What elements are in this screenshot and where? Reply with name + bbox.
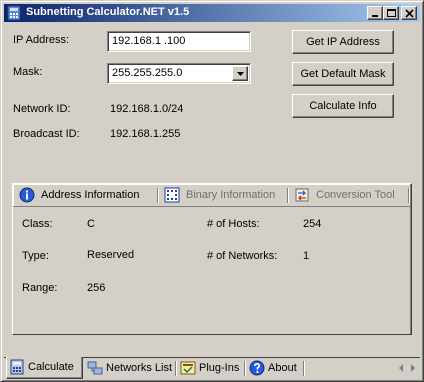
minimize-button[interactable] (367, 6, 383, 20)
title-bar[interactable]: Subnetting Calculator.NET v1.5 (4, 4, 420, 22)
tab-binary-information-label: Binary Information (186, 189, 276, 201)
tab-separator (303, 361, 304, 376)
range-value: 256 (87, 282, 106, 294)
hosts-value: 254 (303, 218, 322, 230)
tab-address-information-label: Address Information (41, 189, 140, 201)
binary-grid-icon (164, 187, 180, 203)
tab-calculate-label: Calculate (28, 361, 74, 373)
window-title: Subnetting Calculator.NET v1.5 (26, 6, 190, 18)
hosts-label: # of Hosts: (207, 218, 260, 230)
tab-plug-ins-label: Plug-Ins (199, 362, 240, 374)
type-label: Type: (22, 250, 49, 262)
tab-separator (175, 361, 176, 376)
ip-address-label: IP Address: (13, 34, 70, 46)
tab-networks-list[interactable]: Networks List (85, 358, 175, 379)
network-icon (87, 361, 103, 375)
tab-separator (287, 188, 288, 203)
tab-binary-information[interactable]: Binary Information (160, 185, 287, 206)
get-ip-address-button[interactable]: Get IP Address (292, 30, 394, 54)
networks-value: 1 (303, 250, 310, 262)
close-icon (405, 9, 414, 18)
scroll-right-icon[interactable] (408, 362, 418, 374)
tab-networks-list-label: Networks List (106, 362, 173, 374)
maximize-icon (387, 9, 396, 17)
conversion-icon (295, 188, 309, 202)
close-button[interactable] (401, 6, 417, 20)
tab-plug-ins[interactable]: Plug-Ins (178, 358, 244, 379)
mask-label: Mask: (13, 66, 43, 78)
networks-label: # of Networks: (207, 250, 278, 262)
mask-dropdown-button[interactable] (232, 66, 248, 81)
mask-select[interactable]: 255.255.255.0 (107, 63, 251, 84)
calculator-icon (10, 359, 24, 375)
info-icon (19, 187, 35, 203)
tab-separator (408, 188, 409, 203)
scroll-left-icon[interactable] (396, 362, 406, 374)
calculate-info-button[interactable]: Calculate Info (292, 94, 394, 118)
tab-calculate[interactable]: Calculate (6, 357, 83, 379)
app-window: Subnetting Calculator.NET v1.5 IP Addres… (0, 0, 424, 382)
get-default-mask-button[interactable]: Get Default Mask (292, 62, 394, 86)
plugin-icon (180, 361, 196, 375)
maximize-button[interactable] (383, 6, 399, 20)
bottom-tab-strip: Calculate Networks List Plug-Ins About (4, 357, 420, 379)
network-id-value: 192.168.1.0/24 (110, 103, 184, 115)
tab-separator (244, 361, 245, 376)
address-information-panel: Class: C Type: Reserved Range: 256 # of … (13, 206, 410, 334)
info-tab-strip: Address Information Binary Information C… (15, 185, 409, 206)
tab-conversion-tool-label: Conversion Tool (316, 189, 395, 201)
range-label: Range: (22, 282, 58, 294)
class-label: Class: (22, 218, 53, 230)
tab-about-label: About (268, 362, 297, 374)
tab-address-information[interactable]: Address Information (15, 185, 157, 206)
tab-separator (157, 188, 158, 203)
help-icon (249, 360, 265, 376)
tab-about[interactable]: About (247, 358, 303, 379)
broadcast-id-value: 192.168.1.255 (110, 128, 181, 140)
type-value: Reserved (87, 249, 135, 261)
chevron-down-icon (237, 72, 244, 76)
mask-select-value: 255.255.255.0 (112, 67, 183, 79)
app-icon (7, 5, 21, 21)
network-id-label: Network ID: (13, 103, 71, 115)
ip-address-input[interactable]: 192.168.1 .100 (107, 31, 251, 52)
class-value: C (87, 218, 95, 230)
minimize-icon (372, 15, 378, 17)
broadcast-id-label: Broadcast ID: (13, 128, 80, 140)
tab-conversion-tool[interactable]: Conversion Tool (290, 185, 408, 206)
